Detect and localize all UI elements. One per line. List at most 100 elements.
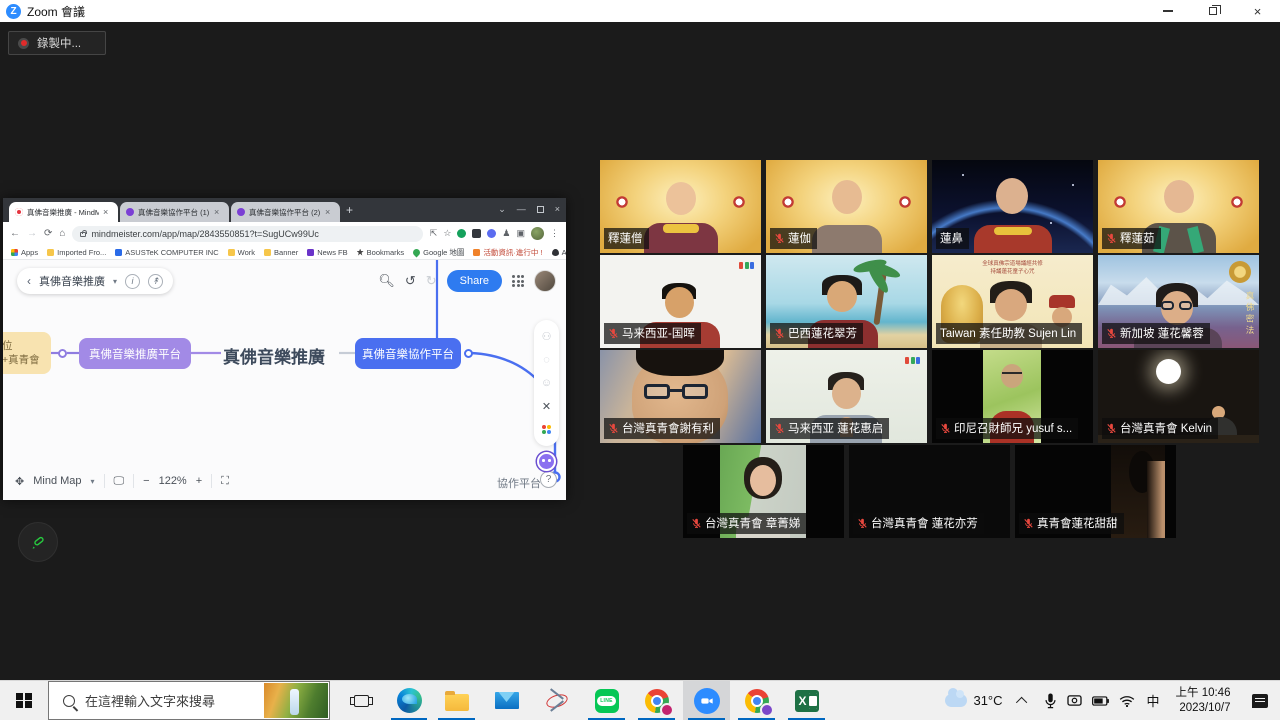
taskbar-search-box[interactable]: 在這裡輸入文字來搜尋	[48, 681, 330, 720]
participant-tile[interactable]: 釋蓮茹	[1098, 160, 1259, 253]
zoom-in-icon[interactable]	[196, 475, 202, 487]
participant-tile[interactable]: 真青會蓮花甜甜	[1015, 445, 1176, 538]
taskbar-chrome-button-2[interactable]	[733, 681, 780, 720]
info-icon[interactable]: i	[125, 274, 140, 289]
action-center-button[interactable]	[1240, 681, 1280, 720]
chevron-down-icon[interactable]: ▾	[113, 277, 117, 286]
share-button[interactable]: Share	[447, 270, 502, 292]
layout-icon[interactable]: ✥	[15, 475, 24, 488]
profile-avatar[interactable]	[531, 227, 544, 240]
extension-icon-dark[interactable]	[472, 229, 481, 238]
bookmark-item[interactable]: ASUSTeK COMPUTER INC	[115, 248, 218, 257]
participant-tile[interactable]: 全球真佛宗道場誦經共修 持誦蓮花童子心咒 Taiwan 素任助教 Sujen L…	[932, 255, 1093, 348]
weather-widget[interactable]: 31°C	[940, 681, 1008, 720]
bookmark-item[interactable]: Google 地圖	[413, 247, 464, 258]
start-button[interactable]	[0, 681, 48, 720]
mindmap-canvas[interactable]: ‹ 真佛音樂推廣 ▾ i ↟ 🔍︎ ↺ ↻ Share 位 +真青會 真佛音樂推…	[3, 260, 566, 500]
bookmark-item[interactable]: News FB	[307, 248, 347, 257]
browser-close-icon[interactable]: ×	[555, 204, 560, 214]
address-bar[interactable]: mindmeister.com/app/map/2843550851?t=Sug…	[72, 226, 422, 242]
participant-tile[interactable]: 真佛密法 新加坡 蓮花馨蓉	[1098, 255, 1259, 348]
connector-dot[interactable]	[58, 349, 67, 358]
participant-tile[interactable]: 台灣真青會 蓮花亦芳	[849, 445, 1010, 538]
restore-button[interactable]	[1190, 0, 1235, 22]
browser-minimize-icon[interactable]: —	[517, 204, 526, 214]
bookmark-item[interactable]: Work	[228, 248, 255, 257]
participant-tile[interactable]: 台灣真青會 章菁娣	[683, 445, 844, 538]
mindmap-node-collab-platform[interactable]: 真佛音樂協作平台	[355, 338, 461, 369]
taskbar-line-button[interactable]: LINE	[583, 681, 630, 720]
mindmap-title-pill[interactable]: ‹ 真佛音樂推廣 ▾ i ↟	[17, 268, 173, 294]
tray-wifi[interactable]	[1114, 681, 1140, 720]
bookmark-item[interactable]: 活動資訊·進行中 !	[473, 247, 542, 258]
tab-close-icon[interactable]	[103, 208, 112, 217]
side-panel-icon[interactable]: ▣	[516, 228, 525, 239]
cloud-upload-icon[interactable]: ↟	[148, 274, 163, 289]
bookmark-item[interactable]: Apple	[552, 248, 566, 257]
taskbar-chrome-button-1[interactable]	[633, 681, 680, 720]
tab-close-icon[interactable]	[325, 208, 334, 217]
comments-icon[interactable]: ◌	[543, 355, 550, 366]
redo-icon[interactable]: ↻	[426, 273, 437, 289]
fullscreen-icon[interactable]: ⛶	[221, 475, 229, 488]
zoom-out-icon[interactable]	[143, 475, 149, 487]
tab-close-icon[interactable]	[214, 208, 223, 217]
zoom-level[interactable]: 122%	[159, 475, 187, 487]
clock[interactable]: 上午 10:46 2023/10/7	[1166, 681, 1240, 720]
new-tab-button[interactable]	[346, 203, 353, 217]
help-button[interactable]	[540, 471, 557, 488]
tray-mic[interactable]	[1038, 681, 1062, 720]
theme-icon[interactable]	[542, 425, 551, 434]
ime-indicator[interactable]: 中	[1140, 681, 1166, 720]
close-button[interactable]: ×	[1235, 0, 1280, 22]
browser-restore-icon[interactable]	[537, 206, 544, 213]
extension-icon-green[interactable]	[457, 229, 466, 238]
taskbar-file-explorer-button[interactable]	[433, 681, 480, 720]
back-icon[interactable]: ←	[10, 229, 20, 239]
mindmap-root-node[interactable]: 真佛音樂推廣	[223, 343, 325, 368]
extensions-puzzle-icon[interactable]: ♟	[502, 228, 510, 239]
bookmark-item[interactable]: Banner	[264, 248, 298, 257]
bookmark-item[interactable]: Imported Fro...	[47, 248, 106, 257]
collaborators-icon[interactable]: ⚇	[542, 332, 552, 343]
reload-icon[interactable]: ⟳	[44, 229, 52, 239]
participant-tile[interactable]: 釋蓮僧	[600, 160, 761, 253]
taskbar-excel-button[interactable]: X	[783, 681, 830, 720]
mindmap-node-partial[interactable]: 位 +真青會	[3, 332, 51, 374]
back-chevron-icon[interactable]: ‹	[27, 274, 31, 288]
participant-tile[interactable]: 蓮伽	[766, 160, 927, 253]
participant-tile[interactable]: 马来西亚-国晖	[600, 255, 761, 348]
annotate-button[interactable]	[18, 522, 58, 562]
share-page-icon[interactable]: ⇱	[430, 228, 438, 239]
taskbar-mail-button[interactable]	[483, 681, 530, 720]
reactions-icon[interactable]: ☺	[541, 378, 552, 389]
chevron-down-icon[interactable]: ▾	[91, 477, 95, 486]
tray-battery[interactable]	[1087, 681, 1114, 720]
tray-recorder[interactable]	[1062, 681, 1087, 720]
mindmap-node-promo-platform[interactable]: 真佛音樂推廣平台	[79, 338, 191, 369]
focus-mode-icon[interactable]: ✕	[542, 402, 551, 413]
undo-icon[interactable]: ↺	[405, 273, 416, 289]
bookmark-item[interactable]: Apps	[11, 248, 38, 257]
menu-dots-icon[interactable]: ⋮	[550, 228, 559, 239]
tray-expand-button[interactable]	[1008, 681, 1038, 720]
account-avatar[interactable]	[534, 270, 556, 292]
browser-tab-2[interactable]: 真佛音樂協作平台 (1)	[120, 202, 229, 222]
forward-icon[interactable]: →	[27, 229, 37, 239]
extension-icon-blue[interactable]	[487, 229, 496, 238]
participant-tile[interactable]: 台灣真青會 Kelvin	[1098, 350, 1259, 443]
presentation-icon[interactable]: 🖵	[114, 475, 125, 488]
taskbar-edge-button[interactable]	[386, 681, 432, 720]
connector-dot[interactable]	[464, 349, 473, 358]
bookmark-item[interactable]: Bookmarks	[357, 248, 405, 257]
bookmark-star-icon[interactable]: ☆	[443, 228, 451, 239]
taskbar-snipping-button[interactable]	[533, 681, 580, 720]
apps-grid-icon[interactable]	[512, 275, 524, 287]
participant-tile[interactable]: 巴西蓮花翠芳	[766, 255, 927, 348]
participant-tile[interactable]: 印尼召財師兄 yusuf s...	[932, 350, 1093, 443]
search-icon[interactable]: 🔍︎	[378, 273, 395, 289]
search-highlight-image[interactable]	[264, 683, 328, 718]
browser-tab-3[interactable]: 真佛音樂協作平台 (2)	[231, 202, 340, 222]
minimize-button[interactable]	[1145, 0, 1190, 22]
recording-indicator[interactable]: 錄製中...	[8, 31, 106, 55]
